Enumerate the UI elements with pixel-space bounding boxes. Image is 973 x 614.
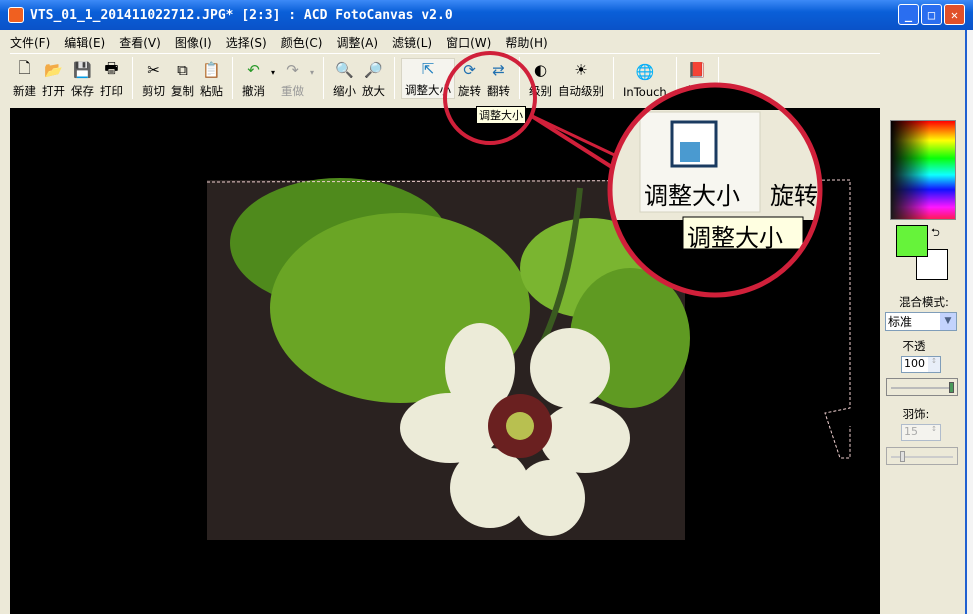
cut-label: 剪切 — [142, 84, 165, 98]
new-file-icon: 🗋 — [18, 58, 31, 77]
opacity-label: 不透 — [902, 339, 926, 353]
window-edge — [965, 30, 973, 614]
opacity-slider-thumb[interactable] — [949, 382, 954, 393]
new-label: 新建 — [13, 84, 36, 98]
flip-icon: ⇄ — [492, 61, 505, 79]
resize-label: 调整大小 — [405, 83, 452, 97]
minimize-button[interactable]: _ — [898, 4, 919, 25]
redo-label: 重做 — [281, 84, 305, 98]
open-label: 打开 — [42, 84, 65, 98]
auto-levels-label: 自动级别 — [558, 84, 605, 98]
auto-levels-button[interactable]: ☀ 自动级别 — [555, 60, 607, 99]
floppy-icon: 💾 — [73, 61, 92, 79]
undo-arrow-icon: ↶ — [247, 61, 260, 79]
scissors-icon: ✂ — [147, 61, 160, 79]
callout-resize-label: 调整大小 — [644, 182, 740, 210]
color-panel: ⮌ 混合模式: 标准 ▼ 不透 100 ↕ 羽饰: 15 ↕ — [884, 112, 964, 612]
swap-colors-icon[interactable]: ⮌ — [931, 224, 940, 243]
menu-filter[interactable]: 滤镜(L) — [392, 34, 432, 51]
blend-mode-value: 标准 — [888, 315, 913, 329]
opacity-spinner[interactable]: 100 ↕ — [901, 356, 941, 373]
toolbar: 🗋 新建 📂 打开 💾 保存 🖶 打印 ✂ 剪切 ⧉ 复制 📋 粘贴 ↶ 撤消 ▾ ↷ 重做 ▾ … — [10, 53, 880, 105]
print-label: 打印 — [100, 84, 123, 98]
paste-button[interactable]: 📋 粘贴 — [197, 60, 226, 99]
zoom-in-icon: 🔎 — [364, 61, 383, 79]
levels-label: 级别 — [529, 84, 553, 98]
undo-button[interactable]: ↶ 撤消 — [239, 60, 268, 99]
feather-slider[interactable] — [886, 447, 958, 465]
save-label: 保存 — [71, 84, 94, 98]
callout-rotate-label: 旋转 — [770, 182, 818, 210]
menu-help[interactable]: 帮助(H) — [505, 34, 547, 51]
zoom-out-icon: 🔍 — [335, 61, 354, 79]
flip-button[interactable]: ⇄ 翻转 — [484, 60, 513, 99]
zoom-in-button[interactable]: 🔎 放大 — [359, 60, 388, 99]
copy-icon: ⧉ — [177, 61, 188, 79]
chevron-down-icon: ▼ — [940, 313, 956, 330]
help-button[interactable]: 📕 帮助 — [683, 60, 712, 99]
copy-button[interactable]: ⧉ 复制 — [168, 60, 197, 99]
menu-bar: 文件(F) 编辑(E) 查看(V) 图像(I) 选择(S) 颜色(C) 调整(A… — [10, 32, 548, 52]
help-book-icon: 📕 — [687, 61, 707, 79]
window-title: VTS_01_1_201411022712.JPG* [2:3] : ACD F… — [30, 7, 453, 23]
open-button[interactable]: 📂 打开 — [39, 60, 68, 99]
clipboard-icon: 📋 — [202, 61, 221, 79]
close-button[interactable]: ✕ — [944, 4, 965, 25]
paste-label: 粘贴 — [200, 84, 223, 98]
new-button[interactable]: 🗋 新建 — [10, 58, 39, 99]
menu-image[interactable]: 图像(I) — [175, 34, 212, 51]
cut-button[interactable]: ✂ 剪切 — [139, 60, 168, 99]
opacity-slider[interactable] — [886, 378, 958, 396]
app-icon — [8, 7, 24, 23]
intouch-label: InTouch — [623, 85, 667, 99]
image-canvas[interactable] — [10, 108, 880, 614]
flip-label: 翻转 — [487, 84, 511, 98]
zoom-out-label: 缩小 — [333, 84, 357, 98]
undo-dropdown[interactable]: ▾ — [268, 68, 278, 99]
undo-label: 撤消 — [242, 84, 265, 98]
blend-mode-label: 混合模式: — [899, 295, 949, 309]
print-button[interactable]: 🖶 打印 — [97, 58, 126, 99]
opacity-value: 100 — [904, 357, 925, 370]
menu-window[interactable]: 窗口(W) — [446, 34, 491, 51]
folder-icon: 📂 — [44, 61, 63, 79]
rotate-label: 旋转 — [458, 84, 482, 98]
menu-file[interactable]: 文件(F) — [10, 34, 50, 51]
feather-value: 15 — [904, 425, 918, 438]
menu-view[interactable]: 查看(V) — [119, 34, 161, 51]
printer-icon: 🖶 — [104, 58, 119, 77]
help-label: 帮助 — [685, 84, 709, 98]
feather-spinner[interactable]: 15 ↕ — [901, 424, 941, 441]
levels-button[interactable]: ◐ 级别 — [526, 60, 555, 99]
zoom-out-button[interactable]: 🔍 缩小 — [330, 60, 359, 99]
photo — [206, 178, 851, 540]
save-button[interactable]: 💾 保存 — [68, 60, 97, 99]
menu-select[interactable]: 选择(S) — [226, 34, 267, 51]
sun-contrast-icon: ☀ — [574, 61, 588, 79]
callout-tooltip: 调整大小 — [687, 224, 783, 252]
intouch-button[interactable]: 🌐 InTouch — [620, 62, 670, 99]
rotate-button[interactable]: ⟳ 旋转 — [455, 60, 484, 99]
feather-label: 羽饰: — [902, 407, 930, 421]
contrast-icon: ◐ — [533, 61, 548, 79]
blend-mode-select[interactable]: 标准 ▼ — [885, 312, 957, 331]
menu-color[interactable]: 颜色(C) — [281, 34, 323, 51]
menu-adjust[interactable]: 调整(A) — [336, 34, 378, 51]
globe-icon: 🌐 — [635, 63, 655, 81]
zoom-in-label: 放大 — [362, 84, 386, 98]
copy-label: 复制 — [171, 84, 194, 98]
feather-slider-thumb[interactable] — [899, 451, 905, 462]
resize-button[interactable]: ⇱ 调整大小 — [401, 58, 456, 99]
redo-dropdown[interactable]: ▾ — [307, 68, 317, 99]
title-bar: VTS_01_1_201411022712.JPG* [2:3] : ACD F… — [0, 0, 973, 30]
rotate-icon: ⟳ — [463, 61, 476, 79]
color-picker[interactable] — [890, 120, 956, 220]
redo-button[interactable]: ↷ 重做 — [278, 60, 307, 99]
foreground-color-swatch[interactable] — [896, 225, 928, 257]
redo-arrow-icon: ↷ — [286, 61, 299, 79]
maximize-button[interactable]: □ — [921, 4, 942, 25]
resize-icon: ⇱ — [421, 60, 435, 78]
menu-edit[interactable]: 编辑(E) — [64, 34, 105, 51]
resize-tooltip: 调整大小 — [476, 106, 526, 124]
